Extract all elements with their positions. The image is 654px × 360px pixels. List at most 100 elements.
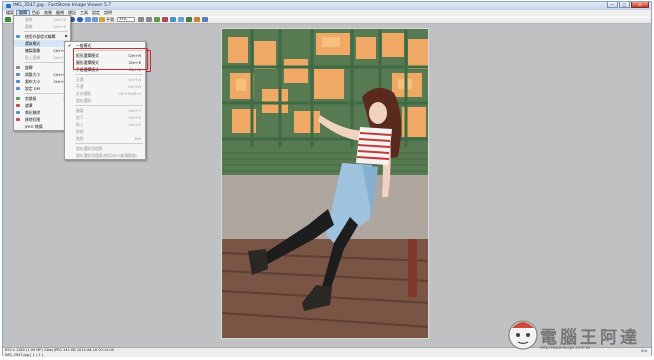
- image-info: 853 x 1280 (1.09 MP) 24bit JPEG 241 KB 2…: [5, 348, 114, 352]
- settings-icon[interactable]: [194, 17, 200, 22]
- sel-menu-item: 全選 Ctrl+A: [65, 76, 145, 83]
- photo-image: [221, 28, 429, 339]
- menu-separator: [75, 143, 143, 144]
- menu-item-label: 畫布大小: [25, 79, 41, 84]
- menu-item-icon: [16, 118, 20, 121]
- sel-menu-item: 複製 Ctrl+C: [65, 107, 145, 114]
- menu-item-label: 遮罩: [25, 103, 33, 108]
- title-bar[interactable]: IMG_3547.jpg - FastStone Image Viewer 5.…: [3, 2, 651, 10]
- menu-item-shortcut: Ctrl+A: [128, 77, 141, 82]
- smooth-label[interactable]: 平滑: [106, 17, 114, 23]
- edit-menu-item[interactable]: 美化移除: [14, 109, 70, 116]
- menu-item-label: 貼上圖像: [25, 55, 41, 60]
- print-icon[interactable]: [178, 17, 184, 22]
- menu-item-icon: [16, 35, 20, 38]
- menu-item-label: 複製圖像: [25, 48, 41, 53]
- slideshow-icon[interactable]: [186, 17, 192, 22]
- menu-item-label: JPEG 無損: [25, 124, 43, 129]
- menu-item-shortcut: Ctrl+X: [128, 115, 141, 120]
- menu-item-label: 儲存選取: [76, 98, 92, 103]
- submenu-arrow-icon: ▶: [65, 34, 68, 38]
- edit-menu-item[interactable]: 設定 DPI: [14, 85, 70, 92]
- red-eye-icon[interactable]: [162, 17, 168, 22]
- sel-menu-item: 儲存選取: [65, 97, 145, 104]
- menu-item-icon: [16, 104, 20, 107]
- sel-menu-item: 剪下 Ctrl+X: [65, 114, 145, 121]
- menu-item-shortcut: Ctrl+Z: [53, 17, 66, 22]
- edit-menu-item[interactable]: 複製圖像 Ctrl+C: [14, 47, 70, 54]
- selection-highlight-box: [73, 48, 148, 70]
- sel-menu-item: 儲存選取到檔案(使用JPEG無損壓縮): [65, 152, 145, 159]
- menu-item-label: 儲存選取到檔案(使用JPEG無損壓縮): [76, 153, 138, 158]
- browser-icon[interactable]: [5, 17, 11, 22]
- zoom-select[interactable]: 32%: [117, 17, 135, 22]
- edit-menu-item[interactable]: 遮罩: [14, 102, 70, 109]
- edit-menu-item[interactable]: 移除紅眼: [14, 116, 70, 123]
- maximize-button[interactable]: □: [619, 2, 630, 8]
- menu-item-label: 貼上: [76, 122, 84, 127]
- menu-item-label: 反向選取: [76, 91, 92, 96]
- zoom-in-icon[interactable]: [85, 17, 91, 22]
- watermark: 電腦王阿達 http://www.kocpc.com.tw: [502, 314, 652, 354]
- menu-item-shortcut: Ctrl+Y: [53, 24, 66, 29]
- sel-menu-item: 貼上 Ctrl+V: [65, 121, 145, 128]
- menu-separator: [24, 31, 68, 32]
- toolbar: 平滑 32%: [3, 16, 651, 24]
- edit-menu-item[interactable]: 調整大小 Ctrl+R: [14, 71, 70, 78]
- edit-menu: 復原 Ctrl+Z 重做 Ctrl+Y 使用外部程式編輯 ▶ 選取模式▶複製圖像Ctrl+C…: [13, 15, 71, 131]
- window-title: IMG_3547.jpg - FastStone Image Viewer 5.…: [13, 3, 112, 8]
- close-button[interactable]: ✕: [631, 2, 649, 8]
- menu-item-label: 複製: [76, 108, 84, 113]
- edit-menu-item[interactable]: 剪裁板X: [14, 95, 70, 102]
- edit-menu-item[interactable]: JPEG 無損T: [14, 123, 70, 130]
- menu-separator: [24, 93, 68, 94]
- file-position: IMG_3547.jpg [ 1 / 1 ]: [5, 353, 43, 357]
- menu-item-label: 重做: [25, 24, 33, 29]
- menu-item-shortcut: Ctrl+V: [128, 122, 141, 127]
- zoom-out-icon[interactable]: [92, 17, 98, 22]
- menu-item-label: 美化移除: [25, 110, 41, 115]
- menu-item-label: 儲存選取到檔案: [76, 146, 103, 151]
- rotate-right-icon[interactable]: [146, 17, 152, 22]
- menu-item-label: 復原: [25, 17, 33, 22]
- menu-item-label: 移除紅眼: [25, 117, 41, 122]
- edit-menu-item[interactable]: 使用外部程式編輯 ▶: [14, 33, 70, 40]
- email-icon[interactable]: [170, 17, 176, 22]
- crop-icon[interactable]: [154, 17, 160, 22]
- menu-item-label: 剪下: [76, 115, 84, 120]
- edit-menu-item: 復原 Ctrl+Z: [14, 16, 70, 23]
- menu-item-label: 不選: [76, 84, 84, 89]
- edit-menu-item: 重做 Ctrl+Y: [14, 23, 70, 30]
- edit-menu-item[interactable]: 選取模式▶: [14, 40, 70, 47]
- sel-menu-item: 不選 Ctrl+D: [65, 83, 145, 90]
- menu-item-icon: [16, 80, 20, 83]
- sel-menu-item: 反向選取 Ctrl+Shift+I: [65, 90, 145, 97]
- help-icon[interactable]: [202, 17, 208, 22]
- menu-item-shortcut: Ctrl+C: [128, 108, 141, 113]
- menu-item-label: 刪除: [76, 136, 84, 141]
- menu-separator: [75, 105, 143, 106]
- mascot-logo-icon: [508, 320, 538, 350]
- menu-item-label: 剪裁: [76, 129, 84, 134]
- edit-menu-item[interactable]: 畫布大小 Ctrl+K: [14, 78, 70, 85]
- menu-item-label: 調整大小: [25, 72, 41, 77]
- menu-item-label: 選取模式: [25, 41, 41, 46]
- menu-separator: [24, 62, 68, 63]
- menu-item-icon: [16, 111, 20, 114]
- menu-item-icon: [16, 66, 20, 69]
- menu-item-icon: [16, 97, 20, 100]
- edit-menu-item[interactable]: 旋轉▶: [14, 64, 70, 71]
- fit-window-icon[interactable]: [99, 17, 105, 22]
- rotate-left-icon[interactable]: [138, 17, 144, 22]
- check-icon: ✔: [68, 43, 72, 48]
- menu-item-label: 旋轉: [25, 65, 33, 70]
- menu-item-label: 設定 DPI: [25, 86, 41, 91]
- next-icon[interactable]: [77, 17, 83, 22]
- watermark-url: http://www.kocpc.com.tw: [540, 345, 591, 350]
- minimize-button[interactable]: —: [607, 2, 618, 8]
- menu-item-label: 使用外部程式編輯: [25, 34, 56, 39]
- app-icon: [6, 4, 11, 8]
- menu-item-shortcut: Del: [134, 136, 141, 141]
- menu-item-label: 全選: [76, 77, 84, 82]
- sel-menu-item: 儲存選取到檔案: [65, 145, 145, 152]
